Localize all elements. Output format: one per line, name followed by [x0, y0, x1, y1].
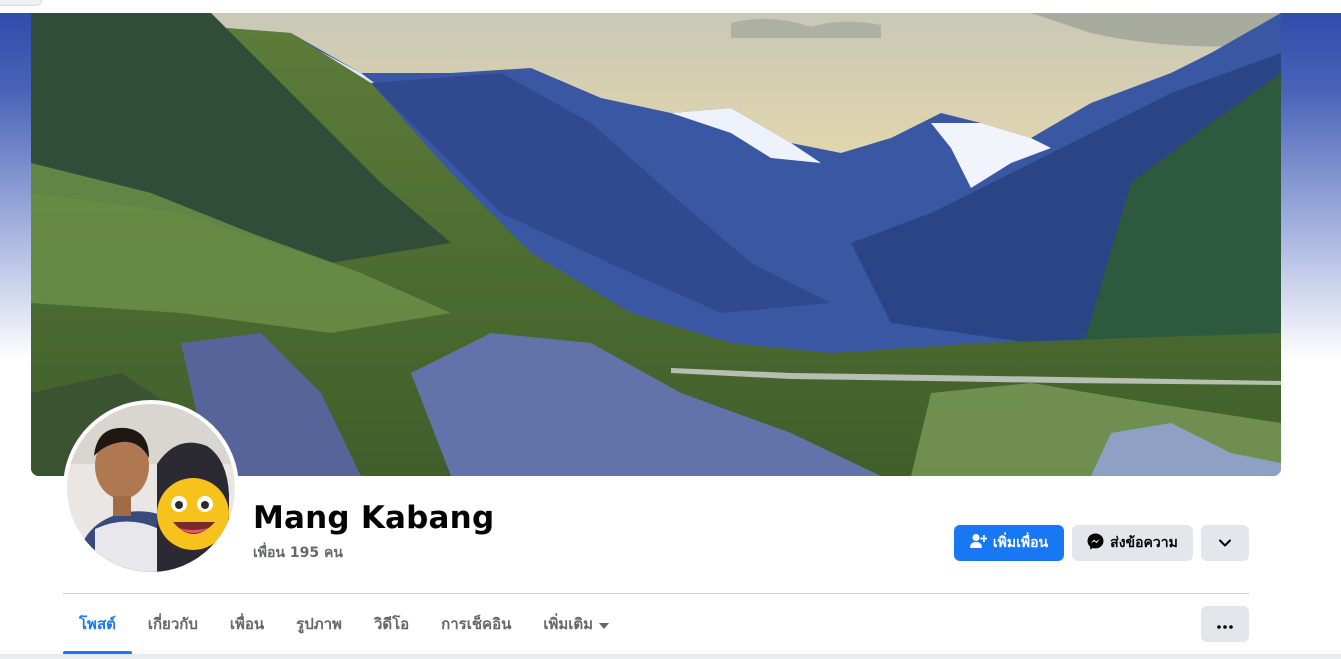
ellipsis-icon — [1217, 617, 1233, 632]
tab-label: การเช็คอิน — [441, 615, 512, 633]
tab-label: วิดีโอ — [373, 615, 410, 633]
person-add-icon — [969, 533, 988, 553]
chevron-down-icon — [1219, 535, 1231, 551]
content-area-edge — [0, 654, 1341, 659]
tab-label: โพสต์ — [79, 615, 116, 633]
tab-more[interactable]: เพิ่มเติม — [527, 596, 625, 652]
message-button[interactable]: ส่งข้อความ — [1072, 525, 1193, 561]
tab-label: รูปภาพ — [296, 615, 342, 633]
profile-name: Mang Kabang — [253, 500, 495, 536]
tab-label: เกี่ยวกับ — [147, 615, 198, 633]
tab-about[interactable]: เกี่ยวกับ — [132, 596, 214, 652]
more-options-button[interactable] — [1201, 606, 1249, 642]
friend-count[interactable]: เพื่อน 195 คน — [253, 542, 343, 564]
top-edge — [0, 0, 1341, 13]
tab-label: เพื่อน — [229, 615, 265, 633]
message-label: ส่งข้อความ — [1110, 535, 1178, 551]
cover-photo[interactable] — [31, 13, 1281, 476]
profile-tabs: โพสต์ เกี่ยวกับ เพื่อน รูปภาพ วิดีโอ การ… — [63, 596, 625, 654]
section-divider — [63, 593, 1249, 594]
tab-posts[interactable]: โพสต์ — [63, 596, 132, 654]
profile-options-dropdown-button[interactable] — [1201, 525, 1249, 561]
tab-label: เพิ่มเติม — [543, 615, 594, 633]
tab-check-ins[interactable]: การเช็คอิน — [425, 596, 527, 652]
profile-picture[interactable] — [63, 400, 239, 576]
add-friend-label: เพิ่มเพื่อน — [992, 535, 1049, 551]
tab-videos[interactable]: วิดีโอ — [358, 596, 425, 652]
tab-photos[interactable]: รูปภาพ — [280, 596, 358, 652]
messenger-icon — [1087, 533, 1104, 554]
add-friend-button[interactable]: เพิ่มเพื่อน — [954, 525, 1064, 561]
caret-down-icon — [599, 615, 610, 633]
top-control[interactable] — [0, 0, 42, 6]
tab-friends[interactable]: เพื่อน — [214, 596, 280, 652]
